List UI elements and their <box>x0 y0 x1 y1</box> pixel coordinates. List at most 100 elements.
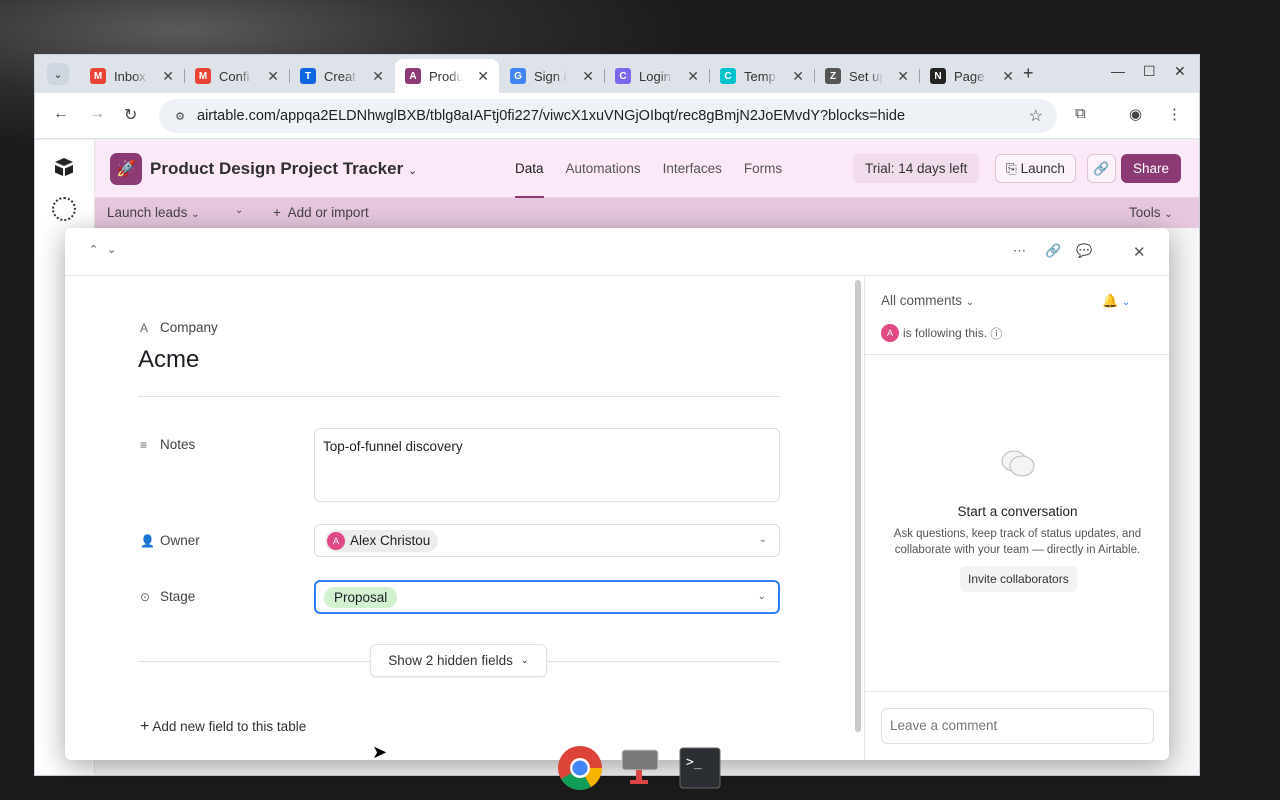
omni-icon[interactable] <box>52 197 76 221</box>
tab-automations[interactable]: Automations <box>566 140 641 198</box>
browser-tab[interactable]: M Confi ✕ <box>185 59 289 93</box>
comments-toggle-icon[interactable]: 💬 <box>1076 243 1092 259</box>
minimize-icon[interactable]: — <box>1111 63 1125 79</box>
tab-title: Set up <box>849 68 883 84</box>
back-icon[interactable]: ← <box>53 105 69 123</box>
tab-title: Produ <box>429 68 463 84</box>
browser-tab[interactable]: G Sign i ✕ <box>500 59 604 93</box>
tab-separator <box>184 69 185 83</box>
reload-icon[interactable]: ↻ <box>124 105 137 125</box>
launch-button[interactable]: ⎘ Launch <box>995 154 1076 183</box>
tab-separator <box>709 69 710 83</box>
close-tab-icon[interactable]: ✕ <box>582 68 594 85</box>
owner-field[interactable]: A Alex Christou ⌄ <box>314 524 780 557</box>
tab-title: Page <box>954 68 985 84</box>
close-tab-icon[interactable]: ✕ <box>162 68 174 85</box>
comments-filter[interactable]: All comments ⌄ <box>881 293 974 308</box>
base-header: 🚀 Product Design Project Tracker ⌄ Data … <box>95 140 1199 198</box>
tools-menu[interactable]: Tools ⌄ <box>1129 205 1173 220</box>
base-name[interactable]: Product Design Project Tracker ⌄ <box>150 159 417 179</box>
browser-tab[interactable]: T Creat ✕ <box>290 59 394 93</box>
divider <box>865 691 1169 692</box>
rocket-icon[interactable]: 🚀 <box>110 153 142 185</box>
airtable-logo-icon[interactable] <box>53 156 75 178</box>
close-tab-icon[interactable]: ✕ <box>477 68 489 85</box>
invite-collaborators-button[interactable]: Invite collaborators <box>960 566 1077 592</box>
notes-field[interactable]: Top-of-funnel discovery <box>314 428 780 502</box>
text-field-icon: A <box>140 320 149 335</box>
bookmark-star-icon[interactable]: ☆ <box>1029 106 1043 126</box>
tab-separator <box>289 69 290 83</box>
zapier-icon: Z <box>825 68 841 84</box>
tab-search-button[interactable]: ⌄ <box>47 63 69 85</box>
copy-record-link-icon[interactable]: 🔗 <box>1045 243 1061 259</box>
browser-tab[interactable]: M Inbox ✕ <box>80 59 184 93</box>
owner-chip: A Alex Christou <box>325 529 439 552</box>
tab-title: Temp <box>744 68 776 84</box>
chevron-down-icon[interactable]: ⌄ <box>758 591 766 602</box>
close-tab-icon[interactable]: ✕ <box>897 68 909 85</box>
site-info-icon[interactable]: ⚙ <box>169 105 191 127</box>
tab-data[interactable]: Data <box>515 140 544 198</box>
launch-icon: ⎘ <box>1006 161 1017 176</box>
show-hidden-fields-button[interactable]: Show 2 hidden fields ⌄ <box>370 644 547 677</box>
single-select-icon: ⊙ <box>140 589 151 604</box>
menu-icon[interactable]: ⋮ <box>1167 105 1182 123</box>
tab-separator <box>814 69 815 83</box>
browser-tab[interactable]: N Page ✕ <box>920 59 1024 93</box>
tab-forms[interactable]: Forms <box>744 140 782 198</box>
more-options-icon[interactable]: ⋯ <box>1013 243 1026 259</box>
table-tab-launch-leads[interactable]: Launch leads ⌄ <box>107 205 199 220</box>
conversation-icon <box>1001 450 1035 477</box>
stage-label: ⊙ Stage <box>140 589 196 604</box>
network-tool-icon[interactable] <box>616 744 664 792</box>
tab-strip: ⌄ M Inbox ✕ M Confi ✕ T Creat ✕ A Produ ✕ G Sign i ✕ C L… <box>35 55 1199 93</box>
info-icon[interactable]: ⓘ <box>990 325 1002 342</box>
browser-tab[interactable]: Z Set up ✕ <box>815 59 919 93</box>
airtable-icon: A <box>405 68 421 84</box>
notion-icon: N <box>930 68 946 84</box>
chevron-down-icon[interactable]: ⌄ <box>759 534 767 545</box>
stage-select[interactable]: Proposal ⌄ <box>314 580 780 614</box>
tab-title: Creat <box>324 68 356 84</box>
tables-dropdown-icon[interactable]: ⌄ <box>235 205 243 216</box>
close-tab-icon[interactable]: ✕ <box>372 68 384 85</box>
close-tab-icon[interactable]: ✕ <box>1002 68 1014 85</box>
close-tab-icon[interactable]: ✕ <box>267 68 279 85</box>
canva-icon: C <box>720 68 736 84</box>
plus-icon: + <box>273 205 281 220</box>
comment-input[interactable]: Leave a comment <box>881 708 1154 744</box>
browser-tab[interactable]: A Produ ✕ <box>395 59 499 93</box>
stage-chip: Proposal <box>324 586 398 608</box>
tab-interfaces[interactable]: Interfaces <box>663 140 722 198</box>
browser-tab[interactable]: C Temp ✕ <box>710 59 814 93</box>
share-button[interactable]: Share <box>1121 154 1182 183</box>
extensions-icon[interactable]: ⧉ <box>1075 105 1086 122</box>
close-tab-icon[interactable]: ✕ <box>687 68 699 85</box>
trial-badge[interactable]: Trial: 14 days left <box>853 154 980 183</box>
browser-tab[interactable]: C Login ✕ <box>605 59 709 93</box>
add-or-import-button[interactable]: + Add or import <box>273 205 369 220</box>
close-window-icon[interactable]: ✕ <box>1174 63 1186 80</box>
add-field-button[interactable]: + Add new field to this table <box>140 718 306 736</box>
address-bar[interactable]: ⚙ airtable.com/appqa2ELDNhwglBXB/tblg8aI… <box>159 99 1057 133</box>
tab-title: Login <box>639 68 671 84</box>
scrollbar[interactable] <box>855 280 861 732</box>
mouse-cursor: ➤ <box>372 742 388 762</box>
user-icon: 👤 <box>140 533 155 548</box>
prev-record-icon[interactable]: ⌃ <box>89 243 98 256</box>
chrome-icon[interactable] <box>556 744 604 792</box>
forward-icon[interactable]: → <box>89 105 105 123</box>
record-title[interactable]: Acme <box>138 346 199 374</box>
terminal-icon[interactable]: >_ <box>676 744 724 792</box>
new-tab-button[interactable]: + <box>1023 63 1034 84</box>
browser-toolbar: ← → ↻ ⚙ airtable.com/appqa2ELDNhwglBXB/t… <box>35 93 1199 139</box>
profile-icon[interactable]: ◉ <box>1129 105 1142 123</box>
close-tab-icon[interactable]: ✕ <box>792 68 804 85</box>
copy-link-icon[interactable]: 🔗 <box>1087 154 1116 183</box>
notification-bell-icon[interactable]: 🔔 ⌄ <box>1102 293 1130 309</box>
notes-label: ≡ Notes <box>140 437 196 452</box>
maximize-icon[interactable]: ☐ <box>1143 63 1156 80</box>
close-modal-icon[interactable]: ✕ <box>1133 243 1146 261</box>
next-record-icon[interactable]: ⌄ <box>107 243 116 256</box>
